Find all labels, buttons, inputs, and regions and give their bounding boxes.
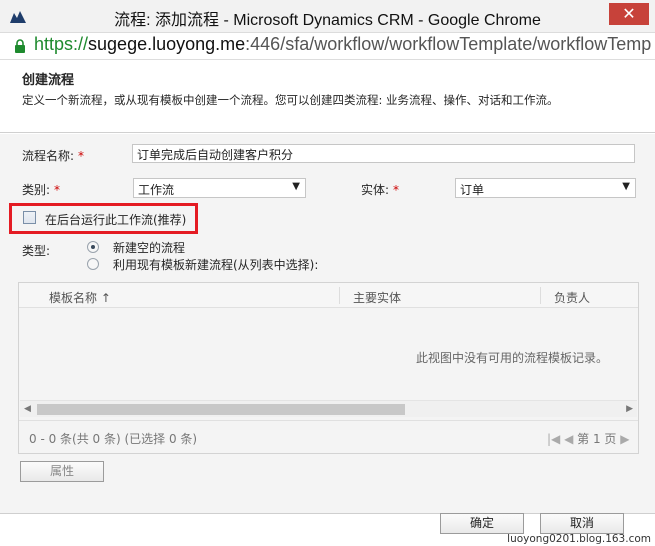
category-label: 类别: *	[22, 181, 60, 198]
scroll-right-icon[interactable]: ▶	[626, 404, 633, 414]
dialog-footer: 确定 取消 luoyong0201.blog.163.com	[0, 513, 655, 546]
process-name-input[interactable]: 订单完成后自动创建客户积分	[132, 144, 635, 163]
dialog-description: 定义一个新流程，或从现有模板中创建一个流程。您可以创建四类流程: 业务流程、操作…	[22, 93, 559, 107]
entity-label: 实体: *	[361, 181, 399, 198]
record-count-status: 0 - 0 条(共 0 条) (已选择 0 条)	[29, 432, 198, 446]
window-title: 流程: 添加流程 - Microsoft Dynamics CRM - Goog…	[114, 12, 541, 29]
type-label: 类型:	[22, 244, 51, 258]
grid-empty-message: 此视图中没有可用的流程模板记录。	[416, 351, 609, 365]
run-in-background-label: 在后台运行此工作流(推荐)	[45, 213, 187, 227]
previous-page-icon[interactable]: ◀	[564, 432, 573, 446]
type-radio-from-template[interactable]	[87, 258, 99, 270]
column-separator	[540, 287, 541, 304]
type-radio-new-blank[interactable]	[87, 241, 99, 253]
column-separator	[339, 287, 340, 304]
window-titlebar: 流程: 添加流程 - Microsoft Dynamics CRM - Goog…	[0, 0, 655, 33]
entity-select[interactable]: 订单 ▼	[455, 178, 636, 198]
category-label-text: 类别:	[22, 183, 51, 197]
required-mark: *	[78, 149, 85, 163]
run-in-background-checkbox[interactable]	[23, 211, 36, 224]
category-select[interactable]: 工作流 ▼	[133, 178, 306, 198]
grid-header: 模板名称 ↑ 主要实体 负责人	[19, 283, 638, 308]
template-grid: 模板名称 ↑ 主要实体 负责人 此视图中没有可用的流程模板记录。 ◀ ▶ 0 -…	[18, 282, 639, 454]
pager: |◀ ◀ 第 1 页 ▶	[547, 430, 630, 447]
dropdown-arrow-icon: ▼	[292, 181, 300, 192]
category-selected-value: 工作流	[138, 183, 175, 197]
url-path: :446/sfa/workflow/workflowTemplate/workf…	[245, 34, 652, 54]
page-number: 第 1 页	[577, 432, 617, 446]
url-text[interactable]: https://sugege.luoyong.me:446/sfa/workfl…	[34, 34, 651, 55]
scroll-left-icon[interactable]: ◀	[24, 404, 31, 414]
cancel-button[interactable]: 取消	[540, 513, 624, 534]
properties-button[interactable]: 属性	[20, 461, 104, 482]
dialog-header: 创建流程 定义一个新流程，或从现有模板中创建一个流程。您可以创建四类流程: 业务…	[0, 61, 655, 133]
entity-label-text: 实体:	[361, 183, 390, 197]
dialog-body: 流程名称: * 订单完成后自动创建客户积分 类别: * 工作流 ▼ 实体: * 订单 …	[0, 134, 655, 513]
column-primary-entity[interactable]: 主要实体	[353, 289, 401, 306]
type-option-new-blank: 新建空的流程	[113, 241, 186, 255]
next-page-icon[interactable]: ▶	[620, 432, 629, 446]
address-bar[interactable]: https://sugege.luoyong.me:446/sfa/workfl…	[0, 33, 655, 60]
ok-button[interactable]: 确定	[440, 513, 524, 534]
window-close-button[interactable]: ✕	[609, 3, 649, 25]
scrollbar-thumb[interactable]	[37, 404, 405, 415]
grid-footer: 0 - 0 条(共 0 条) (已选择 0 条) |◀ ◀ 第 1 页 ▶	[19, 420, 638, 454]
dialog-title: 创建流程	[22, 73, 75, 88]
horizontal-scrollbar[interactable]: ◀ ▶	[20, 400, 637, 417]
required-mark: *	[54, 183, 61, 197]
type-option-from-template: 利用现有模板新建流程(从列表中选择):	[113, 258, 319, 272]
lock-icon	[15, 39, 25, 53]
process-name-label: 流程名称: *	[22, 147, 84, 164]
watermark: luoyong0201.blog.163.com	[507, 533, 651, 545]
url-scheme: https://	[34, 34, 89, 54]
column-owner[interactable]: 负责人	[554, 289, 590, 306]
first-page-icon[interactable]: |◀	[547, 432, 560, 446]
process-name-label-text: 流程名称:	[22, 149, 75, 163]
dropdown-arrow-icon: ▼	[622, 181, 630, 192]
required-mark: *	[393, 183, 400, 197]
column-template-name[interactable]: 模板名称 ↑	[49, 289, 111, 306]
url-host: sugege.luoyong.me	[88, 34, 246, 54]
entity-selected-value: 订单	[460, 183, 485, 197]
